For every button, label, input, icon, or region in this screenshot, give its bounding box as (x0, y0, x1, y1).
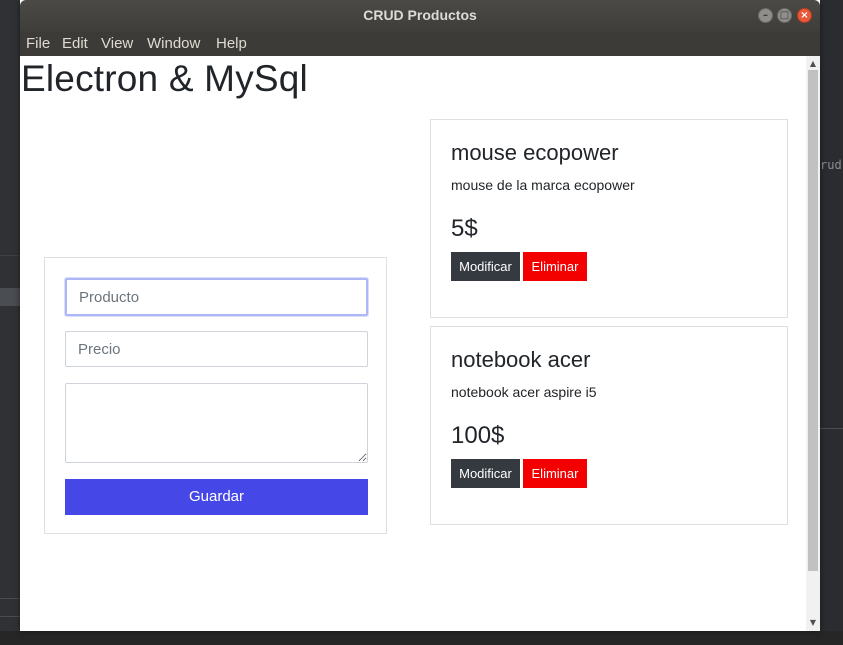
product-description: notebook acer aspire i5 (451, 384, 597, 400)
window-titlebar[interactable]: CRUD Productos – □ × (20, 0, 820, 32)
precio-input[interactable] (65, 331, 368, 367)
background-divider (0, 255, 20, 256)
page-title: Electron & MySql (21, 58, 308, 99)
page-content: Electron & MySql Guardar mouse ecopower … (20, 56, 806, 631)
app-window: CRUD Productos – □ × File Edit View Wind… (20, 0, 820, 631)
background-text: rud (820, 158, 842, 172)
scroll-down-arrow-icon[interactable]: ▼ (806, 617, 820, 629)
vertical-scrollbar[interactable]: ▲ ▼ (806, 56, 820, 631)
scroll-up-arrow-icon[interactable]: ▲ (806, 58, 820, 70)
menu-bar: File Edit View Window Help (20, 32, 820, 56)
close-icon[interactable]: × (797, 8, 812, 23)
menu-view[interactable]: View (101, 35, 133, 52)
menu-window[interactable]: Window (147, 35, 200, 52)
product-card: mouse ecopower mouse de la marca ecopowe… (430, 119, 788, 318)
modify-button[interactable]: Modificar (451, 459, 520, 488)
product-name: mouse ecopower (451, 140, 619, 165)
product-form: Guardar (44, 257, 387, 534)
background-editor-panel (820, 0, 843, 645)
maximize-icon[interactable]: □ (777, 8, 792, 23)
minimize-icon[interactable]: – (758, 8, 773, 23)
background-divider (0, 616, 20, 617)
window-title: CRUD Productos (363, 7, 477, 23)
background-editor-panel (0, 0, 20, 645)
producto-input[interactable] (65, 278, 368, 316)
product-description: mouse de la marca ecopower (451, 177, 635, 193)
product-price: 5$ (451, 215, 478, 242)
background-divider (820, 428, 843, 429)
background-divider (0, 598, 20, 599)
menu-help[interactable]: Help (216, 35, 247, 52)
background-taskbar (0, 631, 843, 645)
delete-button[interactable]: Eliminar (523, 252, 587, 281)
menu-edit[interactable]: Edit (62, 35, 88, 52)
modify-button[interactable]: Modificar (451, 252, 520, 281)
scroll-thumb[interactable] (808, 70, 818, 571)
guardar-button[interactable]: Guardar (65, 479, 368, 515)
background-highlight-row (0, 288, 20, 306)
delete-button[interactable]: Eliminar (523, 459, 587, 488)
menu-file[interactable]: File (26, 35, 50, 52)
product-card: notebook acer notebook acer aspire i5 10… (430, 326, 788, 525)
product-name: notebook acer (451, 347, 591, 372)
descripcion-textarea[interactable] (65, 383, 368, 463)
product-price: 100$ (451, 422, 505, 449)
